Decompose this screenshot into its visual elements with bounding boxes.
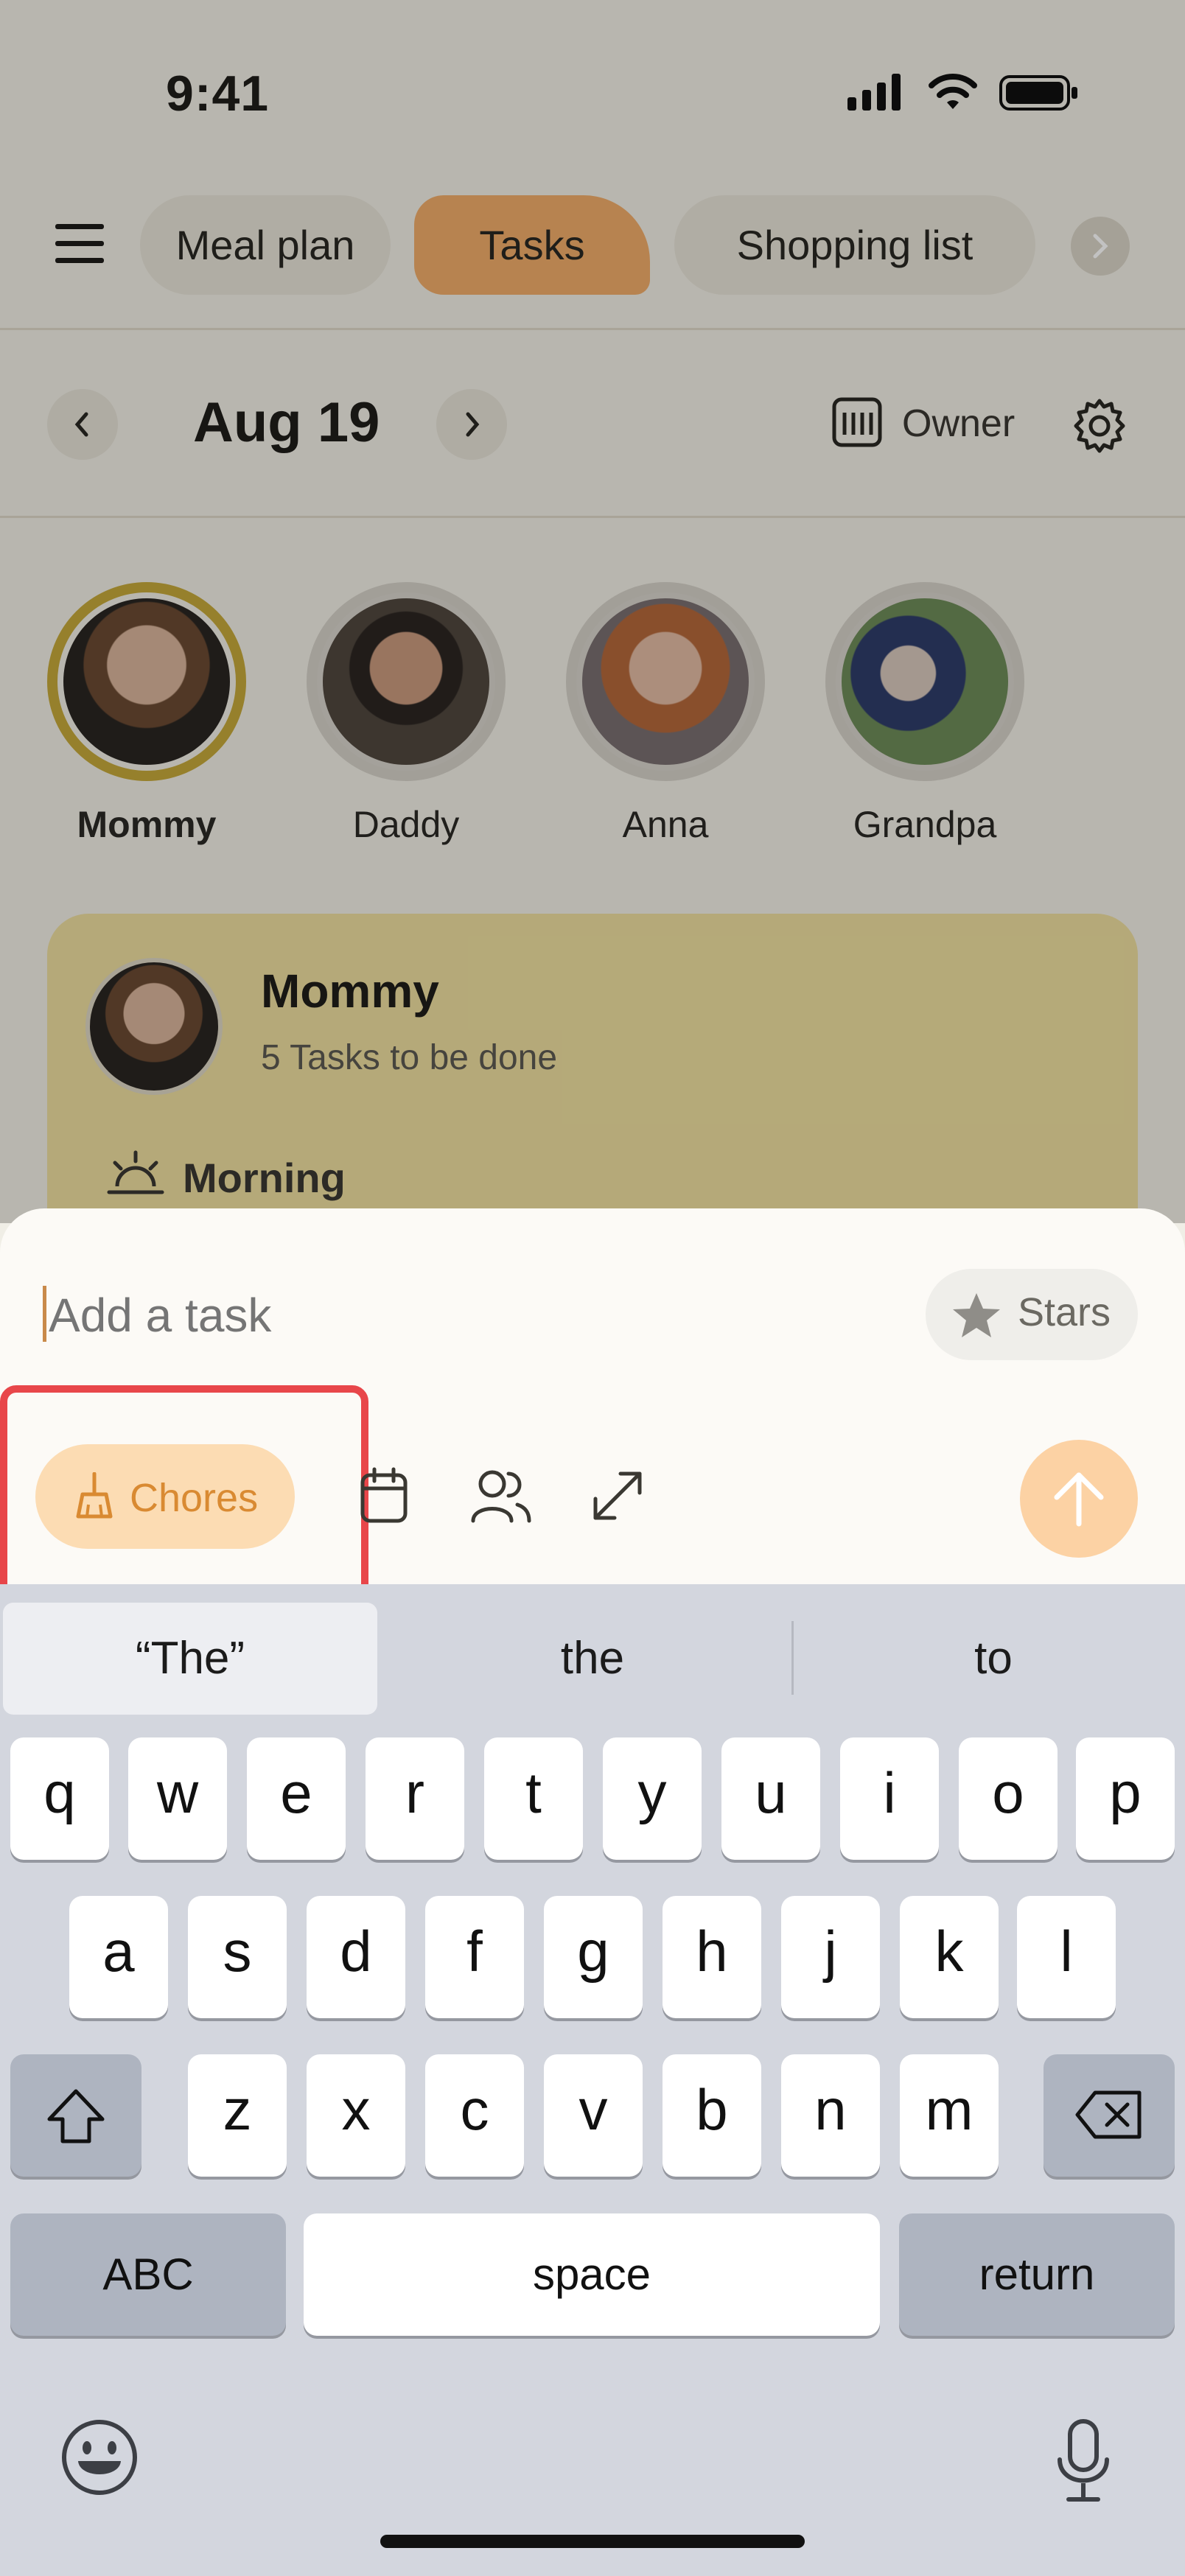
key-j[interactable]: j <box>781 1896 880 2018</box>
task-input[interactable] <box>47 1279 875 1351</box>
tab-meal-plan[interactable]: Meal plan <box>140 195 391 295</box>
header-divider <box>0 516 1185 518</box>
tab-tasks[interactable]: Tasks <box>414 195 650 295</box>
key-k[interactable]: k <box>900 1896 999 2018</box>
abc-key[interactable]: ABC <box>10 2213 286 2336</box>
add-task-sheet: Stars Chores <box>0 1208 1185 1608</box>
key-n[interactable]: n <box>781 2054 880 2177</box>
backspace-icon <box>1075 2090 1142 2139</box>
key-v[interactable]: v <box>544 2054 643 2177</box>
key-f[interactable]: f <box>425 1896 524 2018</box>
current-date: Aug 19 <box>193 391 380 454</box>
key-y[interactable]: y <box>603 1737 702 1860</box>
expand-icon[interactable] <box>590 1468 646 1527</box>
wifi-icon <box>927 71 979 116</box>
key-o[interactable]: o <box>959 1737 1058 1860</box>
card-avatar <box>85 958 223 1095</box>
calendar-grid-icon[interactable] <box>831 396 884 453</box>
person-name-grandpa: Grandpa <box>853 804 997 845</box>
broom-icon <box>76 1472 113 1519</box>
space-key[interactable]: space <box>304 2213 880 2336</box>
stars-button[interactable]: Stars <box>926 1269 1138 1360</box>
microphone-icon[interactable] <box>1054 2417 1113 2509</box>
suggestion-1[interactable]: “The” <box>3 1603 377 1715</box>
suggestion-3[interactable]: to <box>796 1603 1185 1715</box>
avatar-mommy[interactable] <box>47 582 246 781</box>
key-d[interactable]: d <box>307 1896 405 2018</box>
emoji-icon[interactable] <box>59 2417 140 2502</box>
chores-label: Chores <box>130 1476 259 1520</box>
avatar-anna[interactable] <box>566 582 765 781</box>
chevron-left-icon <box>74 412 88 437</box>
card-subtitle: 5 Tasks to be done <box>261 1038 558 1077</box>
return-key[interactable]: return <box>899 2213 1175 2336</box>
key-r[interactable]: r <box>366 1737 464 1860</box>
suggestion-2[interactable]: the <box>395 1603 790 1715</box>
key-h[interactable]: h <box>663 1896 761 2018</box>
card-person-name: Mommy <box>261 965 439 1018</box>
person-name-daddy: Daddy <box>352 804 460 845</box>
shift-key[interactable] <box>10 2054 141 2177</box>
arrow-up-icon <box>1054 1472 1104 1527</box>
key-e[interactable]: e <box>247 1737 346 1860</box>
card-section-label: Morning <box>183 1155 346 1201</box>
key-u[interactable]: u <box>721 1737 820 1860</box>
key-p[interactable]: p <box>1076 1737 1175 1860</box>
anna-photo <box>582 598 749 765</box>
settings-gear-icon[interactable] <box>1070 396 1129 459</box>
chevron-right-icon <box>1093 234 1108 259</box>
key-b[interactable]: b <box>663 2054 761 2177</box>
submit-task-button[interactable] <box>1020 1440 1138 1558</box>
key-l[interactable]: l <box>1017 1896 1116 2018</box>
sunrise-icon <box>106 1149 165 1205</box>
avatar-daddy[interactable] <box>307 582 506 781</box>
delete-key[interactable] <box>1044 2054 1175 2177</box>
stars-label: Stars <box>1018 1290 1111 1334</box>
key-z[interactable]: z <box>188 2054 287 2177</box>
chores-chip[interactable]: Chores <box>35 1444 295 1549</box>
people-icon[interactable] <box>470 1468 532 1527</box>
home-indicator <box>380 2535 805 2548</box>
owner-filter[interactable]: Owner <box>902 402 1015 446</box>
text-cursor <box>43 1286 46 1342</box>
app-background: 9:41 Meal plan Tasks Shopping list Aug 1… <box>0 0 1185 1223</box>
suggestion-divider <box>791 1621 794 1695</box>
key-s[interactable]: s <box>188 1896 287 2018</box>
key-i[interactable]: i <box>840 1737 939 1860</box>
daddy-photo <box>323 598 489 765</box>
key-g[interactable]: g <box>544 1896 643 2018</box>
key-c[interactable]: c <box>425 2054 524 2177</box>
key-m[interactable]: m <box>900 2054 999 2177</box>
shift-icon <box>47 2089 105 2143</box>
tabbar-divider <box>0 328 1185 330</box>
avatar-grandpa[interactable] <box>825 582 1024 781</box>
key-q[interactable]: q <box>10 1737 109 1860</box>
status-time: 9:41 <box>166 66 270 122</box>
mommy-photo <box>63 598 230 765</box>
next-day-button[interactable] <box>436 389 507 460</box>
prev-day-button[interactable] <box>47 389 118 460</box>
person-name-mommy: Mommy <box>77 804 217 845</box>
key-a[interactable]: a <box>69 1896 168 2018</box>
battery-icon <box>999 75 1080 116</box>
tabs-next-button[interactable] <box>1071 217 1130 276</box>
person-name-anna: Anna <box>622 804 709 845</box>
signal-icon <box>847 74 906 114</box>
person-task-card: Mommy 5 Tasks to be done Morning <box>47 914 1138 1223</box>
star-icon <box>953 1293 1000 1337</box>
grandpa-photo <box>842 598 1008 765</box>
key-w[interactable]: w <box>128 1737 227 1860</box>
key-t[interactable]: t <box>484 1737 583 1860</box>
tab-shopping-list[interactable]: Shopping list <box>674 195 1035 295</box>
menu-icon[interactable] <box>55 221 107 269</box>
key-x[interactable]: x <box>307 2054 405 2177</box>
calendar-icon[interactable] <box>360 1466 411 1529</box>
chevron-right-icon <box>466 412 480 437</box>
